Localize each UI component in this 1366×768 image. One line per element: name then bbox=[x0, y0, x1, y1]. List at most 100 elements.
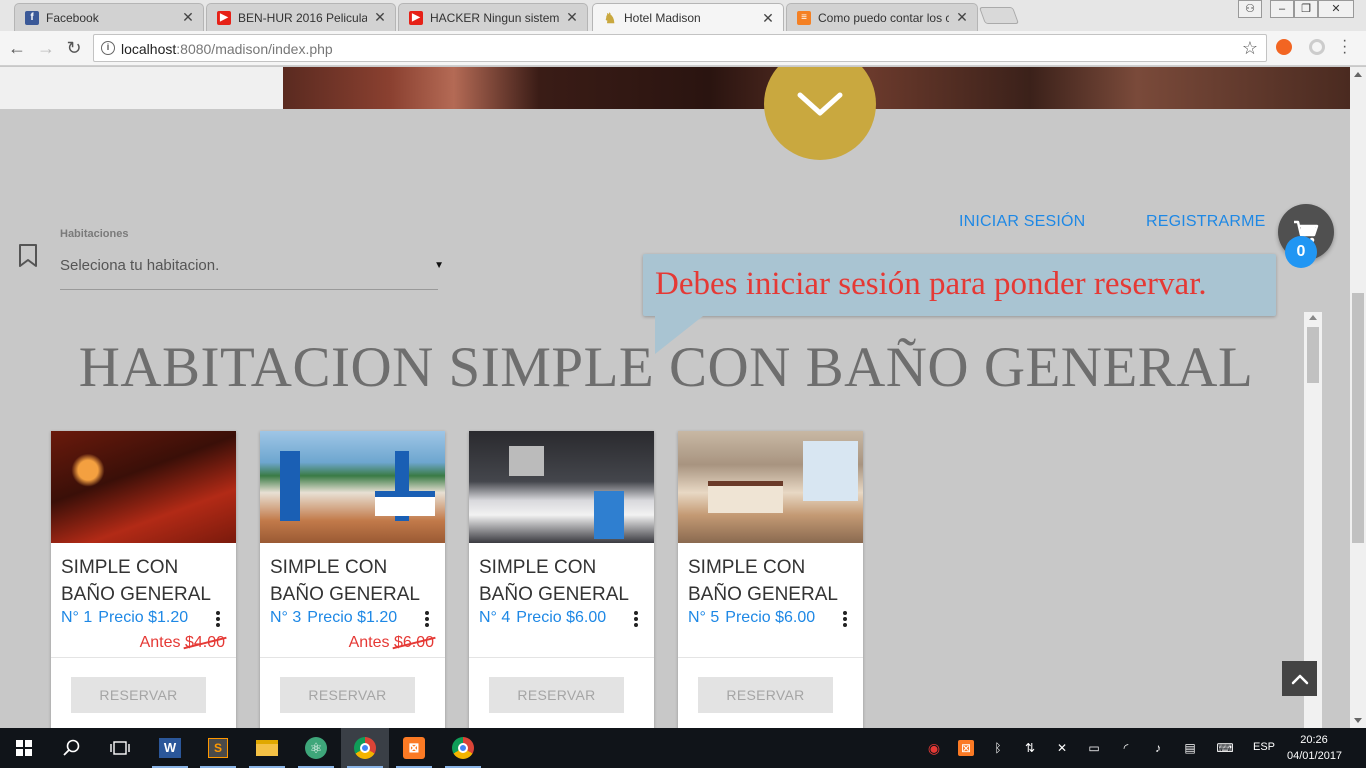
vpn-icon[interactable]: ✕ bbox=[1054, 740, 1070, 756]
taskbar-clock[interactable]: 20:26 04/01/2017 bbox=[1287, 732, 1343, 764]
scrollbar-thumb[interactable] bbox=[1352, 293, 1364, 543]
bluetooth-icon[interactable]: ᛒ bbox=[990, 740, 1006, 756]
network-share-icon[interactable]: ⇅ bbox=[1022, 740, 1038, 756]
clock-time: 20:26 bbox=[1300, 734, 1328, 746]
wifi-icon[interactable]: ◜ bbox=[1118, 740, 1134, 756]
room-name: SIMPLE CON BAÑO GENERAL bbox=[270, 557, 420, 605]
task-view-button[interactable] bbox=[96, 728, 144, 768]
room-price: Precio $1.20 bbox=[98, 609, 189, 626]
youtube-icon: ▶ bbox=[217, 10, 231, 25]
close-icon[interactable]: ✕ bbox=[181, 9, 195, 26]
room-select-value: Seleciona tu habitacion. bbox=[60, 257, 220, 274]
taskbar-word[interactable]: W bbox=[146, 728, 194, 768]
notifications-icon[interactable]: ▤ bbox=[1182, 740, 1198, 756]
tab-facebook[interactable]: f Facebook ✕ bbox=[14, 3, 204, 31]
hotel-logo-icon: ♞ bbox=[603, 9, 617, 26]
taskbar-atom[interactable]: ⚛ bbox=[292, 728, 340, 768]
chrome-icon bbox=[452, 737, 474, 759]
scroll-down-arrow-icon[interactable] bbox=[1354, 718, 1362, 723]
keyboard-icon[interactable]: ⌨ bbox=[1214, 740, 1236, 756]
close-icon[interactable]: ✕ bbox=[761, 10, 775, 27]
reserve-button[interactable]: RESERVAR bbox=[71, 677, 206, 713]
more-options-icon[interactable] bbox=[216, 611, 220, 629]
more-options-icon[interactable] bbox=[425, 611, 429, 629]
back-icon[interactable]: ← bbox=[6, 37, 28, 59]
reserve-button[interactable]: RESERVAR bbox=[280, 677, 415, 713]
tab-title: BEN-HUR 2016 Pelicula C bbox=[238, 10, 367, 25]
address-bar[interactable]: i localhost:8080/madison/index.php ☆ bbox=[93, 34, 1267, 62]
scrollbar-thumb[interactable] bbox=[1307, 327, 1319, 383]
login-required-tooltip: Debes iniciar sesión para ponder reserva… bbox=[643, 254, 1276, 316]
browser-toolbar: ← → ↻ i localhost:8080/madison/index.php… bbox=[0, 31, 1366, 66]
window-close-icon[interactable]: ✕ bbox=[1318, 0, 1354, 18]
scroll-down-button[interactable] bbox=[764, 67, 876, 160]
extension-icon[interactable] bbox=[1276, 39, 1292, 55]
old-price: Antes $4.00 bbox=[140, 634, 225, 652]
clock-date: 04/01/2017 bbox=[1287, 750, 1343, 762]
tab-hacker[interactable]: ▶ HACKER Ningun sistema ✕ bbox=[398, 3, 588, 31]
room-card: SIMPLE CON BAÑO GENERAL N° 5 Precio $6.00… bbox=[678, 431, 863, 728]
room-name: SIMPLE CON BAÑO GENERAL bbox=[61, 557, 211, 605]
forward-icon[interactable]: → bbox=[35, 37, 57, 59]
info-icon[interactable]: i bbox=[101, 41, 115, 55]
reserve-button[interactable]: RESERVAR bbox=[698, 677, 833, 713]
profile-icon[interactable]: ⚇ bbox=[1238, 0, 1262, 18]
new-tab-button[interactable] bbox=[978, 7, 1020, 24]
room-price: Precio $1.20 bbox=[307, 609, 398, 626]
room-name: SIMPLE CON BAÑO GENERAL bbox=[479, 557, 629, 605]
old-price: Antes $6.00 bbox=[349, 634, 434, 652]
atom-icon: ⚛ bbox=[305, 737, 327, 759]
volume-icon[interactable]: ♪ bbox=[1150, 740, 1166, 756]
room-image bbox=[260, 431, 445, 543]
page-scrollbar[interactable] bbox=[1350, 67, 1366, 728]
close-icon[interactable]: ✕ bbox=[955, 9, 969, 26]
close-icon[interactable]: ✕ bbox=[373, 9, 387, 26]
tab-ben-hur[interactable]: ▶ BEN-HUR 2016 Pelicula C ✕ bbox=[206, 3, 396, 31]
section-title: HABITACION SIMPLE CON BAÑO GENERAL bbox=[78, 336, 1254, 399]
sublime-text-icon: S bbox=[208, 738, 228, 758]
login-link[interactable]: INICIAR SESIÓN bbox=[959, 213, 1085, 231]
room-card: SIMPLE CON BAÑO GENERAL N° 1 Precio $1.20… bbox=[51, 431, 236, 728]
tab-title: Facebook bbox=[46, 10, 99, 25]
tab-como-puedo[interactable]: ≡ Como puedo contar los c ✕ bbox=[786, 3, 978, 31]
start-button[interactable] bbox=[0, 728, 48, 768]
chevron-down-icon bbox=[797, 92, 843, 116]
tooltip-message: Debes iniciar sesión para ponder reserva… bbox=[655, 266, 1207, 302]
more-options-icon[interactable] bbox=[634, 611, 638, 629]
taskbar-file-explorer[interactable] bbox=[243, 728, 291, 768]
back-to-top-button[interactable] bbox=[1282, 661, 1317, 696]
file-explorer-icon bbox=[256, 740, 278, 756]
reserve-button[interactable]: RESERVAR bbox=[489, 677, 624, 713]
more-options-icon[interactable] bbox=[843, 611, 847, 629]
extension-icon[interactable] bbox=[1309, 39, 1325, 55]
room-select[interactable]: Seleciona tu habitacion. ▼ bbox=[60, 250, 444, 290]
xampp-tray-icon[interactable]: ⊠ bbox=[958, 740, 974, 756]
scroll-up-arrow-icon[interactable] bbox=[1354, 72, 1362, 77]
taskbar-chrome[interactable] bbox=[341, 728, 389, 768]
divider bbox=[51, 657, 236, 658]
word-icon: W bbox=[159, 738, 181, 758]
beats-icon[interactable]: ◉ bbox=[926, 740, 942, 756]
room-price: Precio $6.00 bbox=[725, 609, 816, 626]
room-card: SIMPLE CON BAÑO GENERAL N° 4 Precio $6.00… bbox=[469, 431, 654, 728]
register-link[interactable]: REGISTRARME bbox=[1146, 213, 1266, 231]
reload-icon[interactable]: ↻ bbox=[63, 37, 85, 59]
room-name: SIMPLE CON BAÑO GENERAL bbox=[688, 557, 838, 605]
browser-menu-icon[interactable]: · · · bbox=[1342, 33, 1347, 61]
tab-hotel-madison[interactable]: ♞ Hotel Madison ✕ bbox=[592, 3, 784, 32]
taskbar-chrome-2[interactable] bbox=[439, 728, 487, 768]
taskbar-sublime[interactable]: S bbox=[194, 728, 242, 768]
bookmark-star-icon[interactable]: ☆ bbox=[1242, 38, 1258, 59]
taskbar-xampp[interactable]: ⊠ bbox=[390, 728, 438, 768]
room-price: Precio $6.00 bbox=[516, 609, 607, 626]
stackoverflow-icon: ≡ bbox=[797, 10, 811, 25]
minimize-icon[interactable]: – bbox=[1270, 0, 1294, 18]
search-button[interactable] bbox=[48, 728, 96, 768]
language-indicator[interactable]: ESP bbox=[1253, 741, 1275, 753]
restore-icon[interactable]: ❐ bbox=[1294, 0, 1318, 18]
scroll-up-arrow-icon[interactable] bbox=[1309, 315, 1317, 320]
battery-icon[interactable]: ▭ bbox=[1086, 740, 1102, 756]
search-icon bbox=[63, 739, 80, 756]
close-icon[interactable]: ✕ bbox=[565, 9, 579, 26]
room-meta: N° 4 Precio $6.00 bbox=[479, 609, 606, 627]
